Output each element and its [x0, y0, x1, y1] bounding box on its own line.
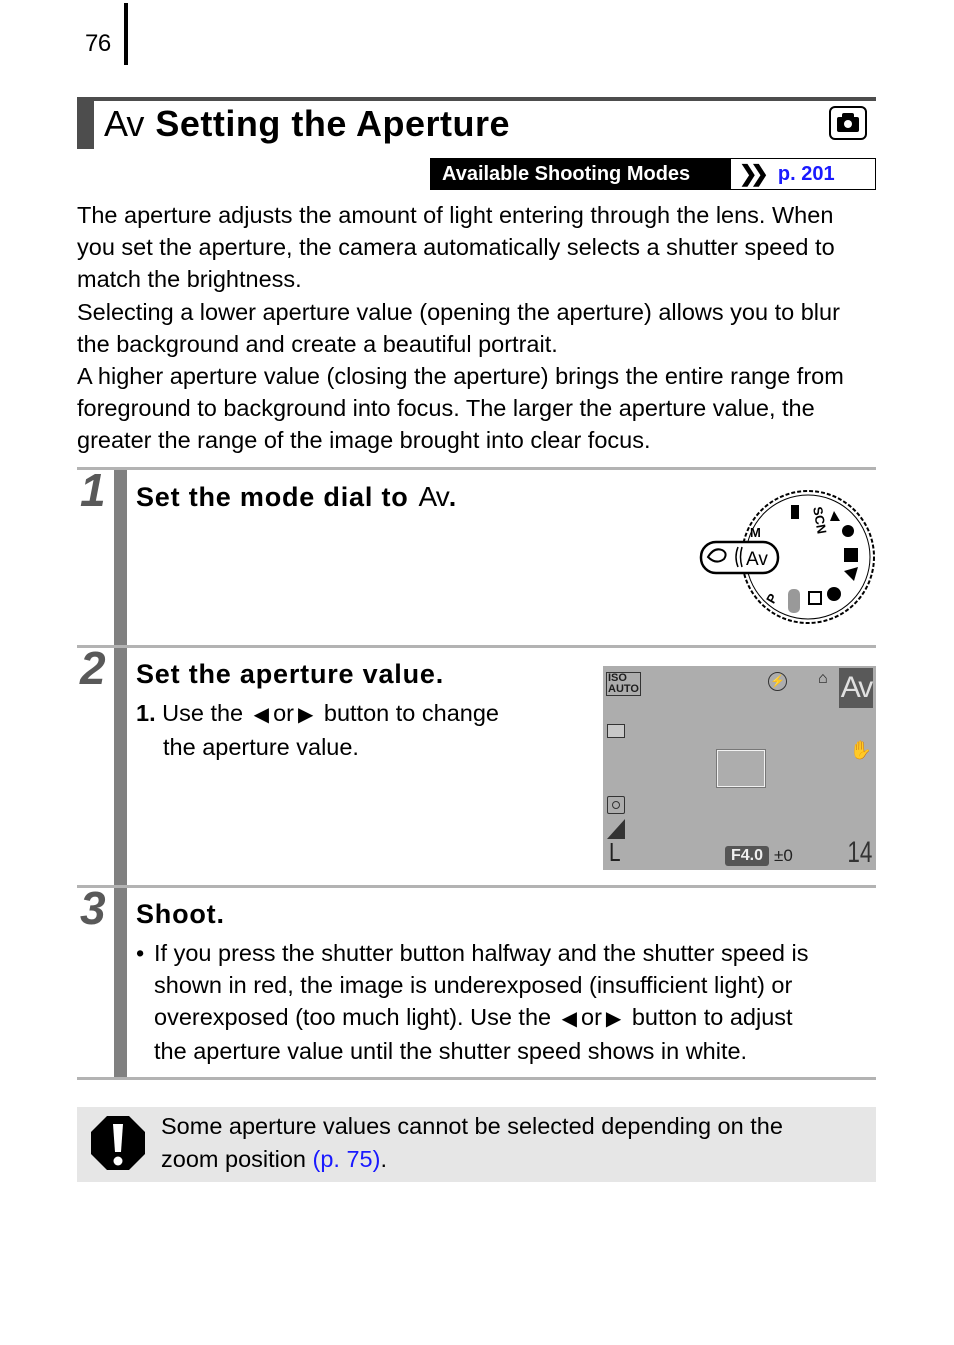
step-sidebar: [114, 648, 127, 886]
exposure-comp-value: ±0: [774, 846, 793, 865]
step-number: 2: [80, 642, 106, 694]
mode-av-icon: Av: [839, 668, 873, 708]
caution-icon: [91, 1116, 145, 1170]
camera-icon: [829, 106, 867, 140]
bullet-text: shown in red, the image is underexposed …: [154, 972, 793, 998]
bullet-text: overexposed (too much light). Use the: [154, 1004, 552, 1030]
af-frame: [717, 750, 765, 787]
flash-off-icon: ⚡: [768, 672, 787, 691]
intro-text: The aperture adjusts the amount of light…: [77, 199, 877, 457]
caution-text: Some aperture values cannot be selected …: [161, 1110, 861, 1176]
step-title-text: Set the mode dial to: [136, 482, 409, 512]
substep-text: or: [273, 700, 294, 726]
caution-text-line: zoom position: [161, 1146, 306, 1172]
caution-page-link[interactable]: (p. 75): [313, 1146, 381, 1172]
drive-single-icon: [607, 724, 625, 738]
lcd-screen-illustration: ISO AUTO ⚡ ⌂ Av ✋ L F4.0 ±0 14: [603, 666, 876, 870]
intro-paragraph: Selecting a lower aperture value (openin…: [77, 298, 840, 357]
step-divider: [77, 885, 876, 888]
dial-stitch-icon: [844, 548, 858, 562]
left-arrow-icon: ◀︎: [561, 1008, 578, 1030]
dial-auto-icon: [788, 589, 800, 613]
substep-text: button to change: [323, 700, 499, 726]
step-divider: [77, 467, 876, 470]
step-number: 1: [80, 464, 106, 516]
step-number: 3: [80, 882, 106, 934]
dial-label-m: M: [750, 525, 761, 540]
page-title: Av Setting the Aperture: [104, 103, 510, 145]
dial-playback-icon: [808, 591, 822, 605]
substep-number: 1.: [136, 700, 156, 726]
double-chevron-icon: ❯❯: [739, 161, 769, 186]
step-bullet: • If you press the shutter button halfwa…: [136, 937, 876, 1067]
substep-text: Use the: [162, 700, 244, 726]
dial-sports-icon: [827, 587, 841, 601]
title-rule: [77, 97, 876, 101]
available-modes-link[interactable]: p. 201: [778, 163, 835, 186]
left-arrow-icon: ◀︎: [253, 704, 270, 726]
title-sidebar: [77, 97, 94, 149]
step-sidebar: [114, 470, 127, 645]
caution-text-line: Some aperture values cannot be selected …: [161, 1113, 783, 1139]
step-title-period: .: [448, 482, 458, 512]
caution-text-period: .: [380, 1146, 387, 1172]
aperture-value: F4.0: [725, 846, 770, 866]
bullet-text: button to adjust: [631, 1004, 793, 1030]
dial-movie-icon: [791, 505, 799, 519]
step-divider: [77, 645, 876, 648]
av-mode-symbol: Av: [104, 103, 144, 144]
bullet-text: the aperture value until the shutter spe…: [154, 1038, 748, 1064]
image-size-label: L: [609, 837, 621, 867]
metering-icon: [607, 796, 625, 814]
step-title: Set the aperture value.: [136, 659, 445, 689]
av-mode-symbol: Av: [418, 481, 450, 512]
page-title-text: Setting the Aperture: [155, 103, 511, 144]
dial-portrait-icon: [842, 525, 854, 537]
caution-box: Some aperture values cannot be selected …: [77, 1107, 876, 1182]
mode-dial-illustration: SCN P M Av: [699, 490, 875, 624]
image-stabilizer-icon: ✋: [849, 740, 872, 760]
page-number: 76: [85, 30, 111, 57]
bullet-text: or: [581, 1004, 602, 1030]
intro-paragraph: The aperture adjusts the amount of light…: [77, 202, 835, 293]
available-modes-label: Available Shooting Modes: [431, 159, 731, 189]
right-arrow-icon: ▶︎: [605, 1008, 622, 1030]
bullet-icon: •: [136, 940, 145, 966]
page-number-divider: [124, 3, 128, 65]
intro-paragraph: A higher aperture value (closing the ape…: [77, 363, 844, 454]
shots-remaining: 14: [846, 836, 872, 869]
bullet-text: If you press the shutter button halfway …: [154, 940, 809, 966]
dial-pointer: Av: [699, 540, 780, 575]
step-divider: [77, 1077, 876, 1080]
substep-text: the aperture value.: [163, 734, 359, 760]
step-title: Set the mode dial to Av.: [136, 481, 457, 513]
quality-icon: [607, 819, 625, 839]
right-arrow-icon: ▶︎: [297, 704, 314, 726]
substep: 1. Use the ◀︎ or ▶︎ button to change the a…: [136, 697, 586, 763]
step-sidebar: [114, 888, 127, 1078]
dial-label-av: Av: [746, 549, 768, 570]
iso-auto-icon: ISO AUTO: [606, 672, 641, 696]
available-shooting-modes: Available Shooting Modes ❯❯ p. 201: [430, 158, 876, 190]
camera-shake-icon: ⌂: [818, 670, 828, 687]
step-title: Shoot.: [136, 899, 225, 929]
